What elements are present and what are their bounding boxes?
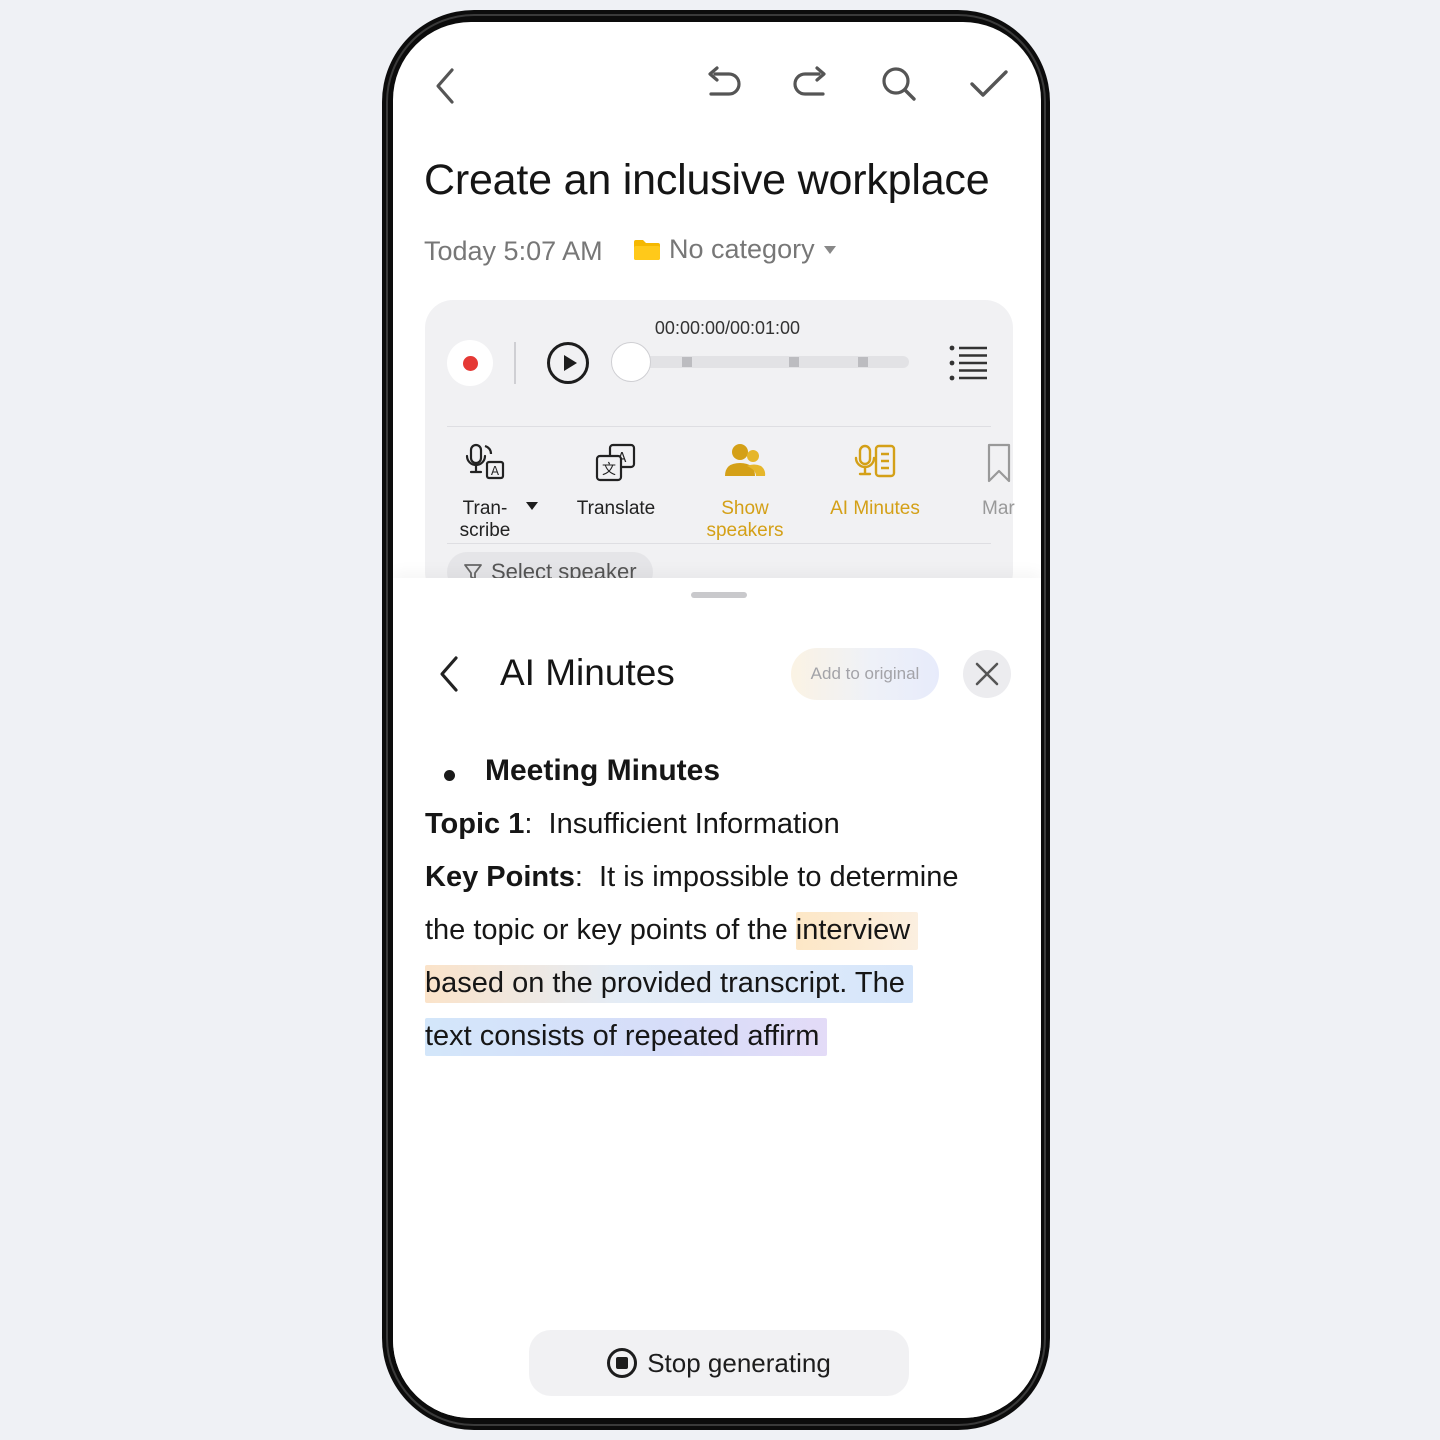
record-button[interactable] — [447, 340, 493, 386]
sheet-back-icon[interactable] — [425, 650, 473, 698]
note-title[interactable]: Create an inclusive workplace — [424, 156, 990, 205]
undo-icon[interactable] — [699, 60, 747, 108]
bullet — [444, 770, 455, 781]
time-readout: 00:00:00/00:01:00 — [654, 318, 801, 338]
translate-button[interactable]: A文 Translate — [573, 442, 659, 520]
drag-handle[interactable] — [691, 592, 747, 598]
transcribe-dropdown-icon[interactable] — [525, 498, 539, 516]
translate-label: Translate — [576, 498, 656, 519]
stop-generating-button[interactable]: Stop generating — [529, 1330, 909, 1396]
bookmark-marker — [789, 357, 799, 367]
search-icon[interactable] — [875, 60, 923, 108]
play-icon — [563, 355, 577, 371]
bookmark-icon — [987, 443, 1011, 483]
close-icon — [975, 662, 999, 686]
keypoints-label: Key Points — [425, 861, 575, 893]
ai-minutes-icon — [854, 444, 896, 478]
topic-line: Topic 1: Insufficient Information — [425, 808, 840, 840]
sheet-title: AI Minutes — [500, 652, 675, 693]
add-to-original-button[interactable]: Add to original — [791, 648, 939, 700]
transcribe-icon: A — [465, 443, 505, 480]
keypoints-text-4: based on the provided transcript. The — [425, 965, 913, 1003]
keypoints-text-1: It is impossible to determine — [599, 861, 959, 893]
checkmark-icon[interactable] — [965, 60, 1013, 108]
bookmark-marker — [858, 357, 868, 367]
svg-text:A: A — [491, 464, 500, 478]
ai-minutes-button[interactable]: AI Minutes — [823, 442, 927, 520]
mark-label: Mar — [982, 498, 1015, 519]
close-button[interactable] — [963, 650, 1011, 698]
note-date: Today 5:07 AM — [424, 236, 603, 266]
ai-minutes-sheet: AI Minutes Add to original Meeting Minut… — [393, 578, 1041, 1418]
list-icon[interactable] — [945, 339, 993, 387]
topic-value: Insufficient Information — [548, 808, 840, 840]
keypoints-text-2: the topic or key points of the — [425, 914, 796, 946]
divider — [447, 543, 991, 544]
bookmark-marker — [682, 357, 692, 367]
category-selector[interactable]: No category — [633, 234, 837, 265]
keypoints-text-3: interview — [795, 912, 919, 950]
keypoints-line: the topic or key points of the interview — [425, 912, 919, 950]
stop-generating-label: Stop generating — [647, 1347, 831, 1378]
ai-minutes-label: AI Minutes — [830, 498, 920, 519]
category-label: No category — [669, 234, 815, 264]
folder-icon — [634, 239, 660, 260]
record-icon — [462, 355, 478, 371]
svg-text:文: 文 — [602, 462, 616, 478]
mark-button[interactable]: Mar — [982, 442, 1022, 520]
topic-label: Topic 1 — [425, 808, 525, 840]
keypoints-line: based on the provided transcript. The — [425, 965, 913, 1003]
keypoints-text-5: text consists of repeated affirm — [425, 1018, 828, 1056]
show-speakers-label: Show speakers — [706, 498, 784, 541]
player-divider — [514, 342, 516, 384]
stop-icon — [607, 1348, 638, 1378]
play-button[interactable] — [547, 342, 589, 384]
progress-thumb[interactable] — [611, 342, 651, 382]
transcribe-label: Tran- scribe — [459, 498, 511, 541]
transcribe-button[interactable]: A Tran- scribe — [447, 442, 523, 542]
dropdown-arrow-icon — [823, 245, 836, 254]
redo-icon[interactable] — [787, 60, 835, 108]
chevron-left-icon[interactable] — [421, 62, 469, 110]
keypoints-line: text consists of repeated affirm — [425, 1018, 828, 1056]
meeting-minutes-heading: Meeting Minutes — [485, 754, 721, 787]
speakers-icon — [725, 444, 766, 476]
screen: Create an inclusive workplace Today 5:07… — [393, 22, 1041, 1418]
divider — [447, 426, 991, 427]
translate-icon: A文 — [595, 443, 636, 482]
show-speakers-button[interactable]: Show speakers — [698, 442, 792, 542]
keypoints-line: Key Points: It is impossible to determin… — [425, 861, 959, 893]
